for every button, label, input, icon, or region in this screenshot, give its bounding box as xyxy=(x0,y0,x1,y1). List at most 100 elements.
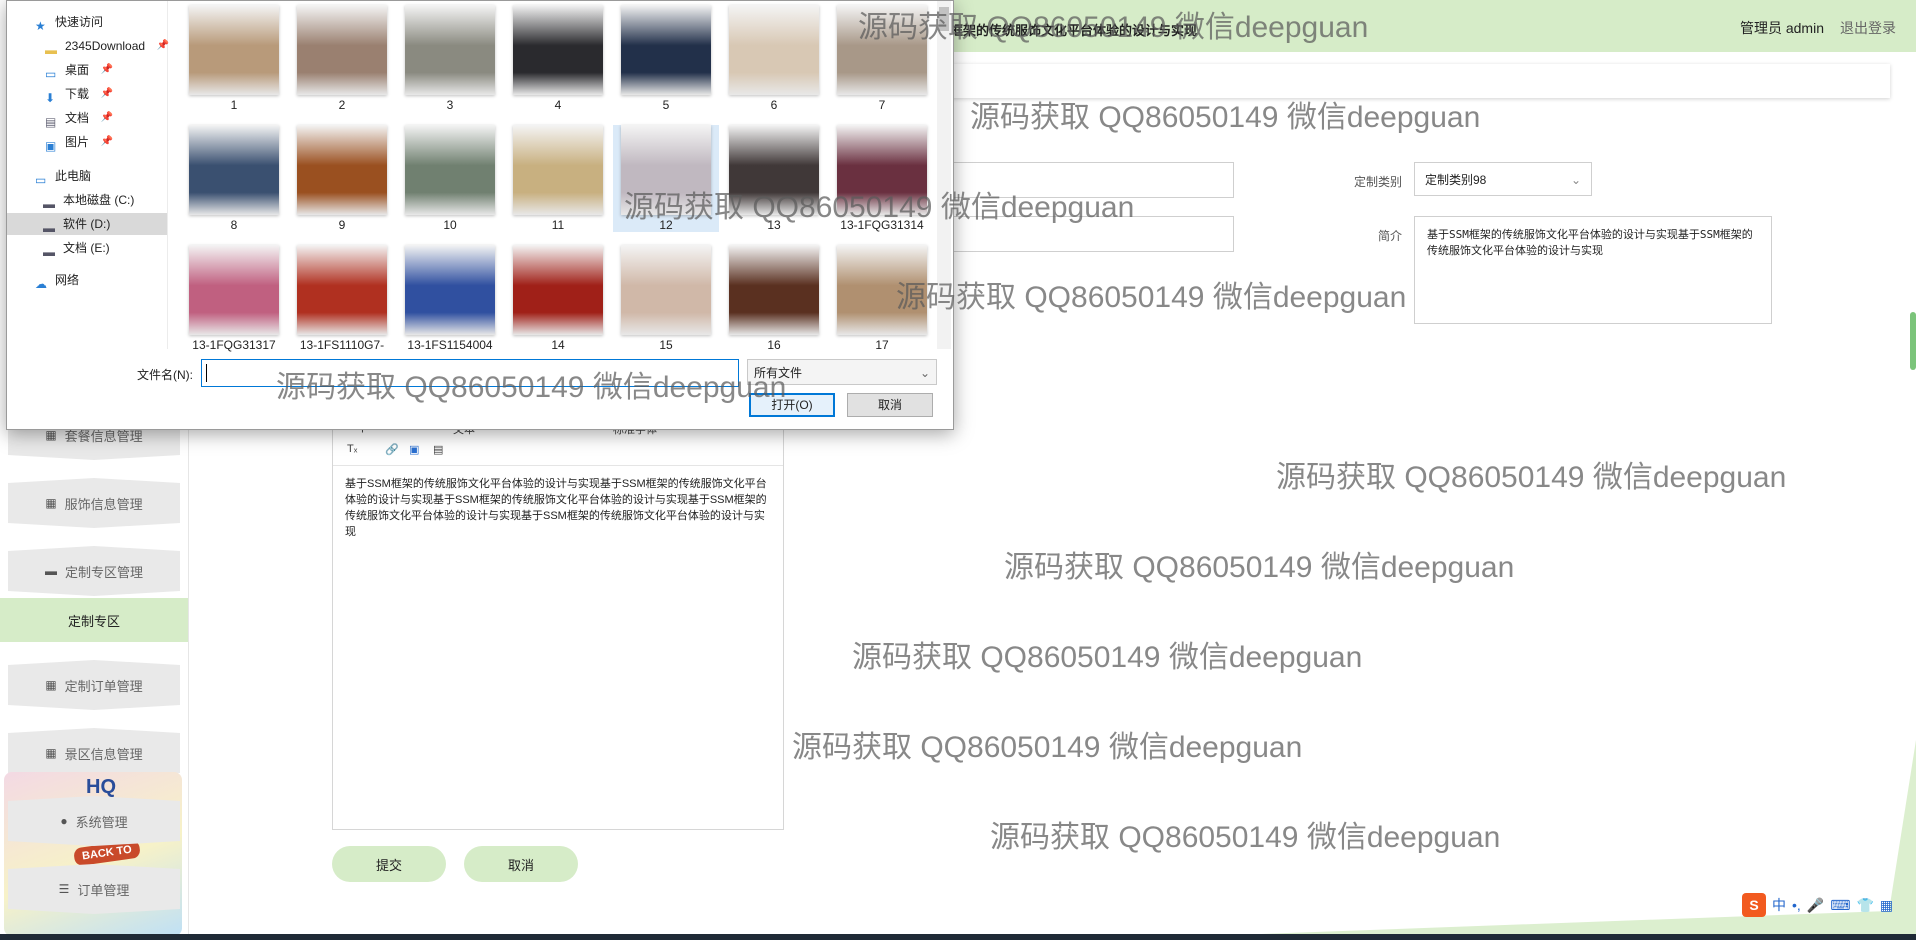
video-icon[interactable]: ▤ xyxy=(433,443,443,456)
file-name: 1 xyxy=(230,98,238,112)
file-name: 14 xyxy=(551,338,565,352)
page-title: 框架的传统服饰文化平台体验的设计与实现 xyxy=(950,23,1198,38)
file-tile[interactable]: 13-1FS1110G7- xyxy=(289,245,395,352)
current-user: 管理员 admin xyxy=(1739,20,1824,36)
pin-icon: 📌 xyxy=(100,88,114,99)
page-scrollbar[interactable] xyxy=(1910,312,1916,370)
chevron-down-icon: ⌄ xyxy=(919,366,930,380)
sidebar-item-custom-zone[interactable]: ▬ 定制专区管理 xyxy=(8,546,180,596)
file-tile[interactable]: 10 xyxy=(397,125,503,232)
submit-button[interactable]: 提交 xyxy=(332,846,446,882)
nav-item[interactable]: ☁ 网络 xyxy=(35,269,79,291)
file-name: 5 xyxy=(662,98,670,112)
sidebar-item-custom-orders[interactable]: ▦ 定制订单管理 xyxy=(8,660,180,710)
open-button[interactable]: 打开(O) xyxy=(749,393,835,417)
file-tile[interactable]: 16 xyxy=(721,245,827,352)
file-tile[interactable]: 8 xyxy=(181,125,287,232)
watermark: 源码获取 QQ86050149 微信deepguan xyxy=(792,731,1303,764)
file-thumbnail xyxy=(621,125,711,215)
file-tile[interactable]: 5 xyxy=(613,5,719,112)
file-name: 6 xyxy=(770,98,778,112)
file-thumbnail xyxy=(837,245,927,335)
rich-text-editor[interactable]: 14px 文本 标准字体 Tₓ 🔗 ▣ ▤ 基于SSM框架的传统服饰文化平台体验… xyxy=(332,408,784,830)
sidebar-item-scenic[interactable]: ▦ 景区信息管理 xyxy=(8,728,180,778)
file-tile[interactable]: 15 xyxy=(613,245,719,352)
nav-item[interactable]: ▭ 桌面 📌 xyxy=(45,59,113,81)
punctuation-icon[interactable]: •, xyxy=(1792,897,1801,913)
file-tile[interactable]: 1 xyxy=(181,5,287,112)
editor-content[interactable]: 基于SSM框架的传统服饰文化平台体验的设计与实现基于SSM框架的传统服饰文化平台… xyxy=(333,466,783,550)
sidebar-subitem-custom-zone[interactable]: 定制专区 xyxy=(0,598,188,642)
file-tile[interactable]: 7 xyxy=(829,5,935,112)
file-name: 4 xyxy=(554,98,562,112)
file-thumbnail xyxy=(297,5,387,95)
file-open-dialog: ★ 快速访问 ▬ 2345Download 📌 ▭ 桌面 📌 ⬇ 下载 📌 ▤ 文档 📌 ▣ 图片 📌 ▭ 此电脑 ▬… xyxy=(6,0,954,430)
file-tile[interactable]: 13-1FQG31317 xyxy=(181,245,287,352)
nav-item[interactable]: ▬ 文档 (E:) xyxy=(43,237,110,259)
toolbox-icon[interactable]: ▦ xyxy=(1880,897,1893,914)
nav-item[interactable]: ▬ 2345Download 📌 xyxy=(45,35,169,57)
file-tile[interactable]: 13 xyxy=(721,125,827,232)
intro-textarea[interactable]: 基于SSM框架的传统服饰文化平台体验的设计与实现基于SSM框架的传统服饰文化平台… xyxy=(1414,216,1772,324)
sidebar-item-system[interactable]: ● 系统管理 xyxy=(8,796,180,846)
nav-item[interactable]: ★ 快速访问 xyxy=(35,11,103,33)
network-icon: ☁ xyxy=(35,277,47,291)
grid-icon: ▦ xyxy=(45,496,57,510)
taskbar-edge xyxy=(0,934,1916,940)
filetype-select[interactable]: 所有文件 ⌄ xyxy=(747,359,937,385)
file-tile[interactable]: 13-1FQG31314 xyxy=(829,125,935,232)
nav-item[interactable]: ▭ 此电脑 xyxy=(35,165,91,187)
file-tile[interactable]: 17 xyxy=(829,245,935,352)
name-input[interactable] xyxy=(950,162,1234,198)
file-thumbnail xyxy=(513,245,603,335)
cancel-button[interactable]: 取消 xyxy=(464,846,578,882)
folder-icon: ▬ xyxy=(45,43,57,57)
ime-mode[interactable]: 中 xyxy=(1772,895,1786,915)
file-thumbnail xyxy=(837,5,927,95)
file-thumbnail xyxy=(189,125,279,215)
category-select[interactable]: 定制类别98 ⌄ xyxy=(1414,162,1592,196)
file-tile[interactable]: 11 xyxy=(505,125,611,232)
file-tile[interactable]: 6 xyxy=(721,5,827,112)
computer-icon: ▭ xyxy=(35,173,47,187)
ime-toolbar[interactable]: S 中 •, 🎤 ⌨ 👕 ▦ xyxy=(1742,888,1914,922)
file-tile[interactable]: 13-1FS1154004 xyxy=(397,245,503,352)
sidebar-item-orders[interactable]: ☰ 订单管理 xyxy=(8,864,180,914)
image-icon[interactable]: ▣ xyxy=(409,443,419,456)
watermark: 源码获取 QQ86050149 微信deepguan xyxy=(970,101,1481,134)
file-name: 12 xyxy=(659,218,673,232)
intro-label: 简介 xyxy=(1377,229,1402,243)
file-name: 2 xyxy=(338,98,346,112)
file-tile[interactable]: 3 xyxy=(397,5,503,112)
file-thumbnail xyxy=(297,245,387,335)
file-tile[interactable]: 4 xyxy=(505,5,611,112)
drive-icon: ▬ xyxy=(43,197,55,211)
dialog-cancel-button[interactable]: 取消 xyxy=(847,393,933,417)
file-tile[interactable]: 14 xyxy=(505,245,611,352)
link-icon[interactable]: 🔗 xyxy=(385,443,399,456)
file-name: 15 xyxy=(659,338,673,352)
nav-item[interactable]: ▬ 本地磁盘 (C:) xyxy=(43,189,134,211)
file-thumbnail xyxy=(189,5,279,95)
file-thumbnail xyxy=(621,245,711,335)
price-input[interactable] xyxy=(950,216,1234,252)
sidebar-item-clothing[interactable]: ▦ 服饰信息管理 xyxy=(8,478,180,528)
microphone-icon[interactable]: 🎤 xyxy=(1807,897,1824,914)
nav-item[interactable]: ▬ 软件 (D:) xyxy=(7,213,167,235)
file-tile[interactable]: 2 xyxy=(289,5,395,112)
clear-format-icon[interactable]: Tₓ xyxy=(347,443,357,455)
nav-item[interactable]: ▤ 文档 📌 xyxy=(45,107,113,129)
file-tile[interactable]: 9 xyxy=(289,125,395,232)
file-grid-scrollbar[interactable] xyxy=(937,1,951,349)
filename-input[interactable] xyxy=(201,359,739,387)
file-tile[interactable]: 12 xyxy=(613,125,719,232)
skin-icon[interactable]: 👕 xyxy=(1856,897,1873,914)
logout-link[interactable]: 退出登录 xyxy=(1840,18,1896,38)
nav-item[interactable]: ▣ 图片 📌 xyxy=(45,131,113,153)
keyboard-icon[interactable]: ⌨ xyxy=(1830,897,1850,914)
file-thumbnail xyxy=(405,5,495,95)
breadcrumb-bar xyxy=(950,64,1890,98)
nav-item[interactable]: ⬇ 下载 📌 xyxy=(45,83,113,105)
file-thumbnail xyxy=(621,5,711,95)
file-thumbnail xyxy=(513,125,603,215)
